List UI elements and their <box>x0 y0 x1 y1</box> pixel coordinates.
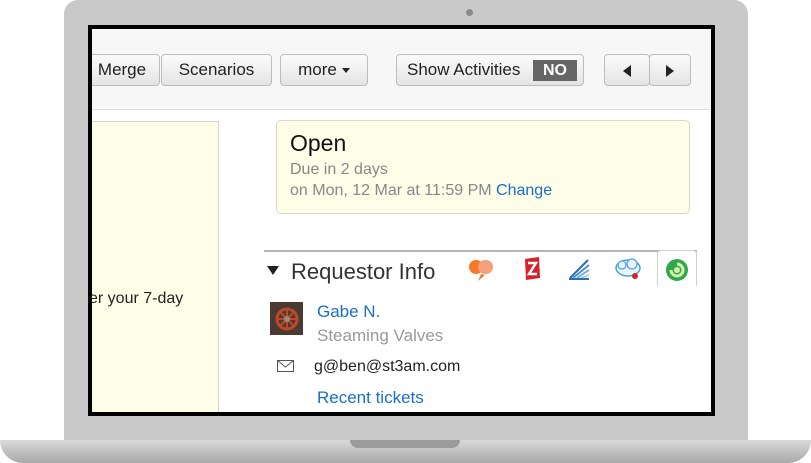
salesforce-app-icon[interactable] <box>612 254 642 284</box>
arrow-right-icon <box>666 64 674 77</box>
section-divider <box>264 250 697 252</box>
ticket-description-panel: er your 7-day <box>92 121 219 412</box>
requestor-name-link[interactable]: Gabe N. <box>317 301 380 323</box>
grasshopper-app-icon[interactable] <box>467 254 497 284</box>
green-app-icon[interactable] <box>657 250 697 286</box>
description-text: er your 7-day <box>92 290 184 307</box>
camera-icon <box>466 9 473 16</box>
feed-app-icon[interactable] <box>564 254 594 284</box>
status-title: Open <box>290 130 347 156</box>
laptop-notch <box>350 440 460 448</box>
scenarios-button-label: Scenarios <box>178 60 255 79</box>
previous-button[interactable] <box>604 54 650 86</box>
requestor-info-header[interactable]: Requestor Info <box>267 259 435 285</box>
more-button[interactable]: more <box>280 54 368 86</box>
envelope-icon <box>277 360 294 372</box>
caret-down-icon <box>341 68 350 74</box>
app-screen: Merge Scenarios more Show Activities NO … <box>92 29 711 412</box>
due-date: on Mon, 12 Mar at 11:59 PM Change <box>290 180 676 201</box>
due-date-text: on Mon, 12 Mar at 11:59 PM <box>290 182 492 199</box>
show-activities-label: Show Activities <box>407 60 521 79</box>
recent-tickets-link[interactable]: Recent tickets <box>317 387 424 409</box>
ticket-toolbar: Merge Scenarios more Show Activities NO <box>92 29 711 110</box>
toggle-state[interactable]: NO <box>533 60 577 81</box>
merge-button-label: Merge <box>97 60 147 79</box>
more-button-label: more <box>298 60 337 79</box>
arrow-left-icon <box>623 64 631 77</box>
merge-button[interactable]: Merge <box>92 54 160 86</box>
triangle-down-icon[interactable] <box>267 265 279 275</box>
status-box: Open Due in 2 days on Mon, 12 Mar at 11:… <box>276 120 690 214</box>
requestor-email: g@ben@st3am.com <box>314 358 461 375</box>
due-text: Due in 2 days <box>290 161 388 178</box>
change-link[interactable]: Change <box>496 182 552 199</box>
laptop-base <box>0 440 811 463</box>
show-activities-toggle[interactable]: Show Activities NO <box>396 54 584 86</box>
requestor-avatar[interactable] <box>270 302 303 335</box>
scenarios-button[interactable]: Scenarios <box>161 54 272 86</box>
next-button[interactable] <box>649 54 691 86</box>
requestor-info-heading: Requestor Info <box>291 259 436 284</box>
requestor-company: Steaming Valves <box>317 326 444 345</box>
zendesk-app-icon[interactable] <box>517 254 547 284</box>
